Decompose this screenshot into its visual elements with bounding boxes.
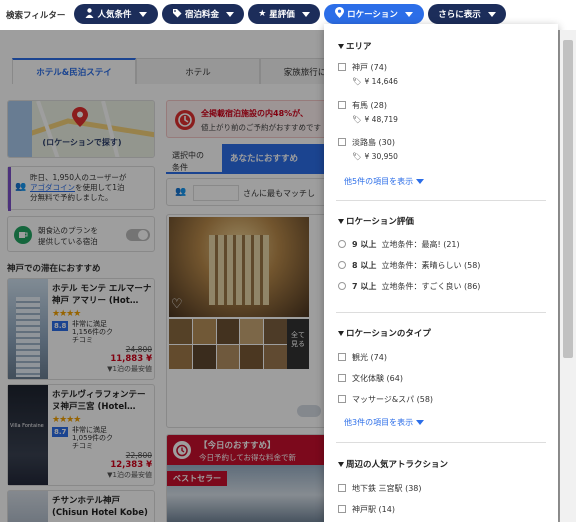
location-filter-button[interactable]: ロケーション bbox=[324, 4, 424, 24]
person-icon bbox=[85, 7, 94, 21]
star-rating-filter-button[interactable]: ★ 星評価 bbox=[248, 4, 320, 24]
location-rating-title-text: ロケーション評価 bbox=[346, 217, 414, 227]
area-option-label[interactable]: 淡路島 (30) bbox=[352, 137, 395, 148]
area-checkbox[interactable] bbox=[338, 138, 346, 146]
show-more-types-link[interactable]: 他3件の項目を表示 bbox=[344, 417, 425, 428]
rating-score: 9 以上 bbox=[352, 240, 377, 249]
star-icon: ★ bbox=[258, 9, 267, 19]
rating-score: 7 以上 bbox=[352, 282, 377, 291]
type-checkbox[interactable] bbox=[338, 374, 346, 382]
rating-label: 立地条件：最高! (21) bbox=[381, 240, 460, 249]
chevron-down-icon bbox=[301, 11, 310, 17]
map-pin-icon bbox=[335, 7, 345, 21]
type-checkbox[interactable] bbox=[338, 395, 346, 403]
type-option-label[interactable]: マッサージ&スパ (58) bbox=[352, 394, 433, 405]
show-more-types-text: 他3件の項目を表示 bbox=[344, 418, 414, 427]
chevron-down-icon bbox=[416, 420, 425, 425]
chevron-down-icon bbox=[138, 11, 147, 17]
area-price: 🏷 ¥ 14,646 bbox=[352, 77, 398, 86]
chevron-down-icon bbox=[416, 179, 425, 184]
tag-icon bbox=[172, 8, 182, 21]
rating-option[interactable]: 9 以上 立地条件：最高! (21) bbox=[352, 239, 460, 250]
location-type-title-text: ロケーションのタイプ bbox=[346, 329, 431, 339]
rating-label: 立地条件：すごく良い (86) bbox=[381, 282, 481, 291]
rating-radio[interactable] bbox=[338, 261, 346, 269]
type-option-label[interactable]: 観光 (74) bbox=[352, 352, 387, 363]
attractions-title-text: 周辺の人気アトラクション bbox=[346, 460, 449, 470]
tag-icon: 🏷 bbox=[352, 152, 362, 161]
scrollbar-thumb[interactable] bbox=[563, 40, 573, 358]
chevron-down-icon bbox=[226, 11, 234, 17]
chevron-down-icon bbox=[404, 11, 413, 17]
type-option-label[interactable]: 文化体験 (64) bbox=[352, 373, 403, 384]
more-filters-button[interactable]: さらに表示 bbox=[428, 4, 506, 24]
filter-label: 検索フィルター bbox=[6, 11, 66, 21]
price-filter-label: 宿泊料金 bbox=[184, 10, 219, 20]
star-rating-filter-label: 星評価 bbox=[269, 10, 295, 20]
attraction-option-label[interactable]: 地下鉄 三宮駅 (38) bbox=[352, 483, 422, 494]
tag-icon: 🏷 bbox=[352, 115, 362, 124]
area-title-text: エリア bbox=[346, 42, 372, 52]
attraction-checkbox[interactable] bbox=[338, 484, 346, 492]
location-filter-label: ロケーション bbox=[347, 10, 398, 20]
location-rating-section-title: ロケーション評価 bbox=[338, 215, 414, 227]
area-checkbox[interactable] bbox=[338, 63, 346, 71]
rating-label: 立地条件：素晴らしい (58) bbox=[381, 261, 481, 270]
popular-filter-label: 人気条件 bbox=[97, 10, 132, 20]
popular-filter-button[interactable]: 人気条件 bbox=[74, 4, 158, 24]
area-price: 🏷 ¥ 30,950 bbox=[352, 152, 398, 161]
show-more-areas-text: 他5件の項目を表示 bbox=[344, 177, 414, 186]
area-option-label[interactable]: 神戸 (74) bbox=[352, 62, 387, 73]
show-more-areas-link[interactable]: 他5件の項目を表示 bbox=[344, 176, 425, 187]
rating-radio[interactable] bbox=[338, 282, 346, 290]
location-filter-panel: エリア 神戸 (74) 🏷 ¥ 14,646 有馬 (28) 🏷 ¥ 48,719 … bbox=[324, 24, 558, 522]
area-price-value: ¥ 30,950 bbox=[364, 152, 398, 161]
more-filters-label: さらに表示 bbox=[438, 10, 481, 20]
area-price: 🏷 ¥ 48,719 bbox=[352, 115, 398, 124]
area-section-title: エリア bbox=[338, 40, 372, 52]
area-checkbox[interactable] bbox=[338, 101, 346, 109]
rating-option[interactable]: 8 以上 立地条件：素晴らしい (58) bbox=[352, 260, 480, 271]
tag-icon: 🏷 bbox=[352, 77, 362, 86]
rating-option[interactable]: 7 以上 立地条件：すごく良い (86) bbox=[352, 281, 480, 292]
area-price-value: ¥ 14,646 bbox=[364, 77, 398, 86]
rating-radio[interactable] bbox=[338, 240, 346, 248]
rating-score: 8 以上 bbox=[352, 261, 377, 270]
area-price-value: ¥ 48,719 bbox=[364, 115, 398, 124]
price-filter-button[interactable]: 宿泊料金 bbox=[162, 4, 244, 24]
location-type-section-title: ロケーションのタイプ bbox=[338, 327, 431, 339]
area-option-label[interactable]: 有馬 (28) bbox=[352, 100, 387, 111]
attractions-section-title: 周辺の人気アトラクション bbox=[338, 458, 448, 470]
chevron-down-icon bbox=[487, 11, 496, 17]
type-checkbox[interactable] bbox=[338, 353, 346, 361]
attraction-checkbox[interactable] bbox=[338, 505, 346, 513]
attraction-option-label[interactable]: 神戸駅 (14) bbox=[352, 504, 395, 515]
